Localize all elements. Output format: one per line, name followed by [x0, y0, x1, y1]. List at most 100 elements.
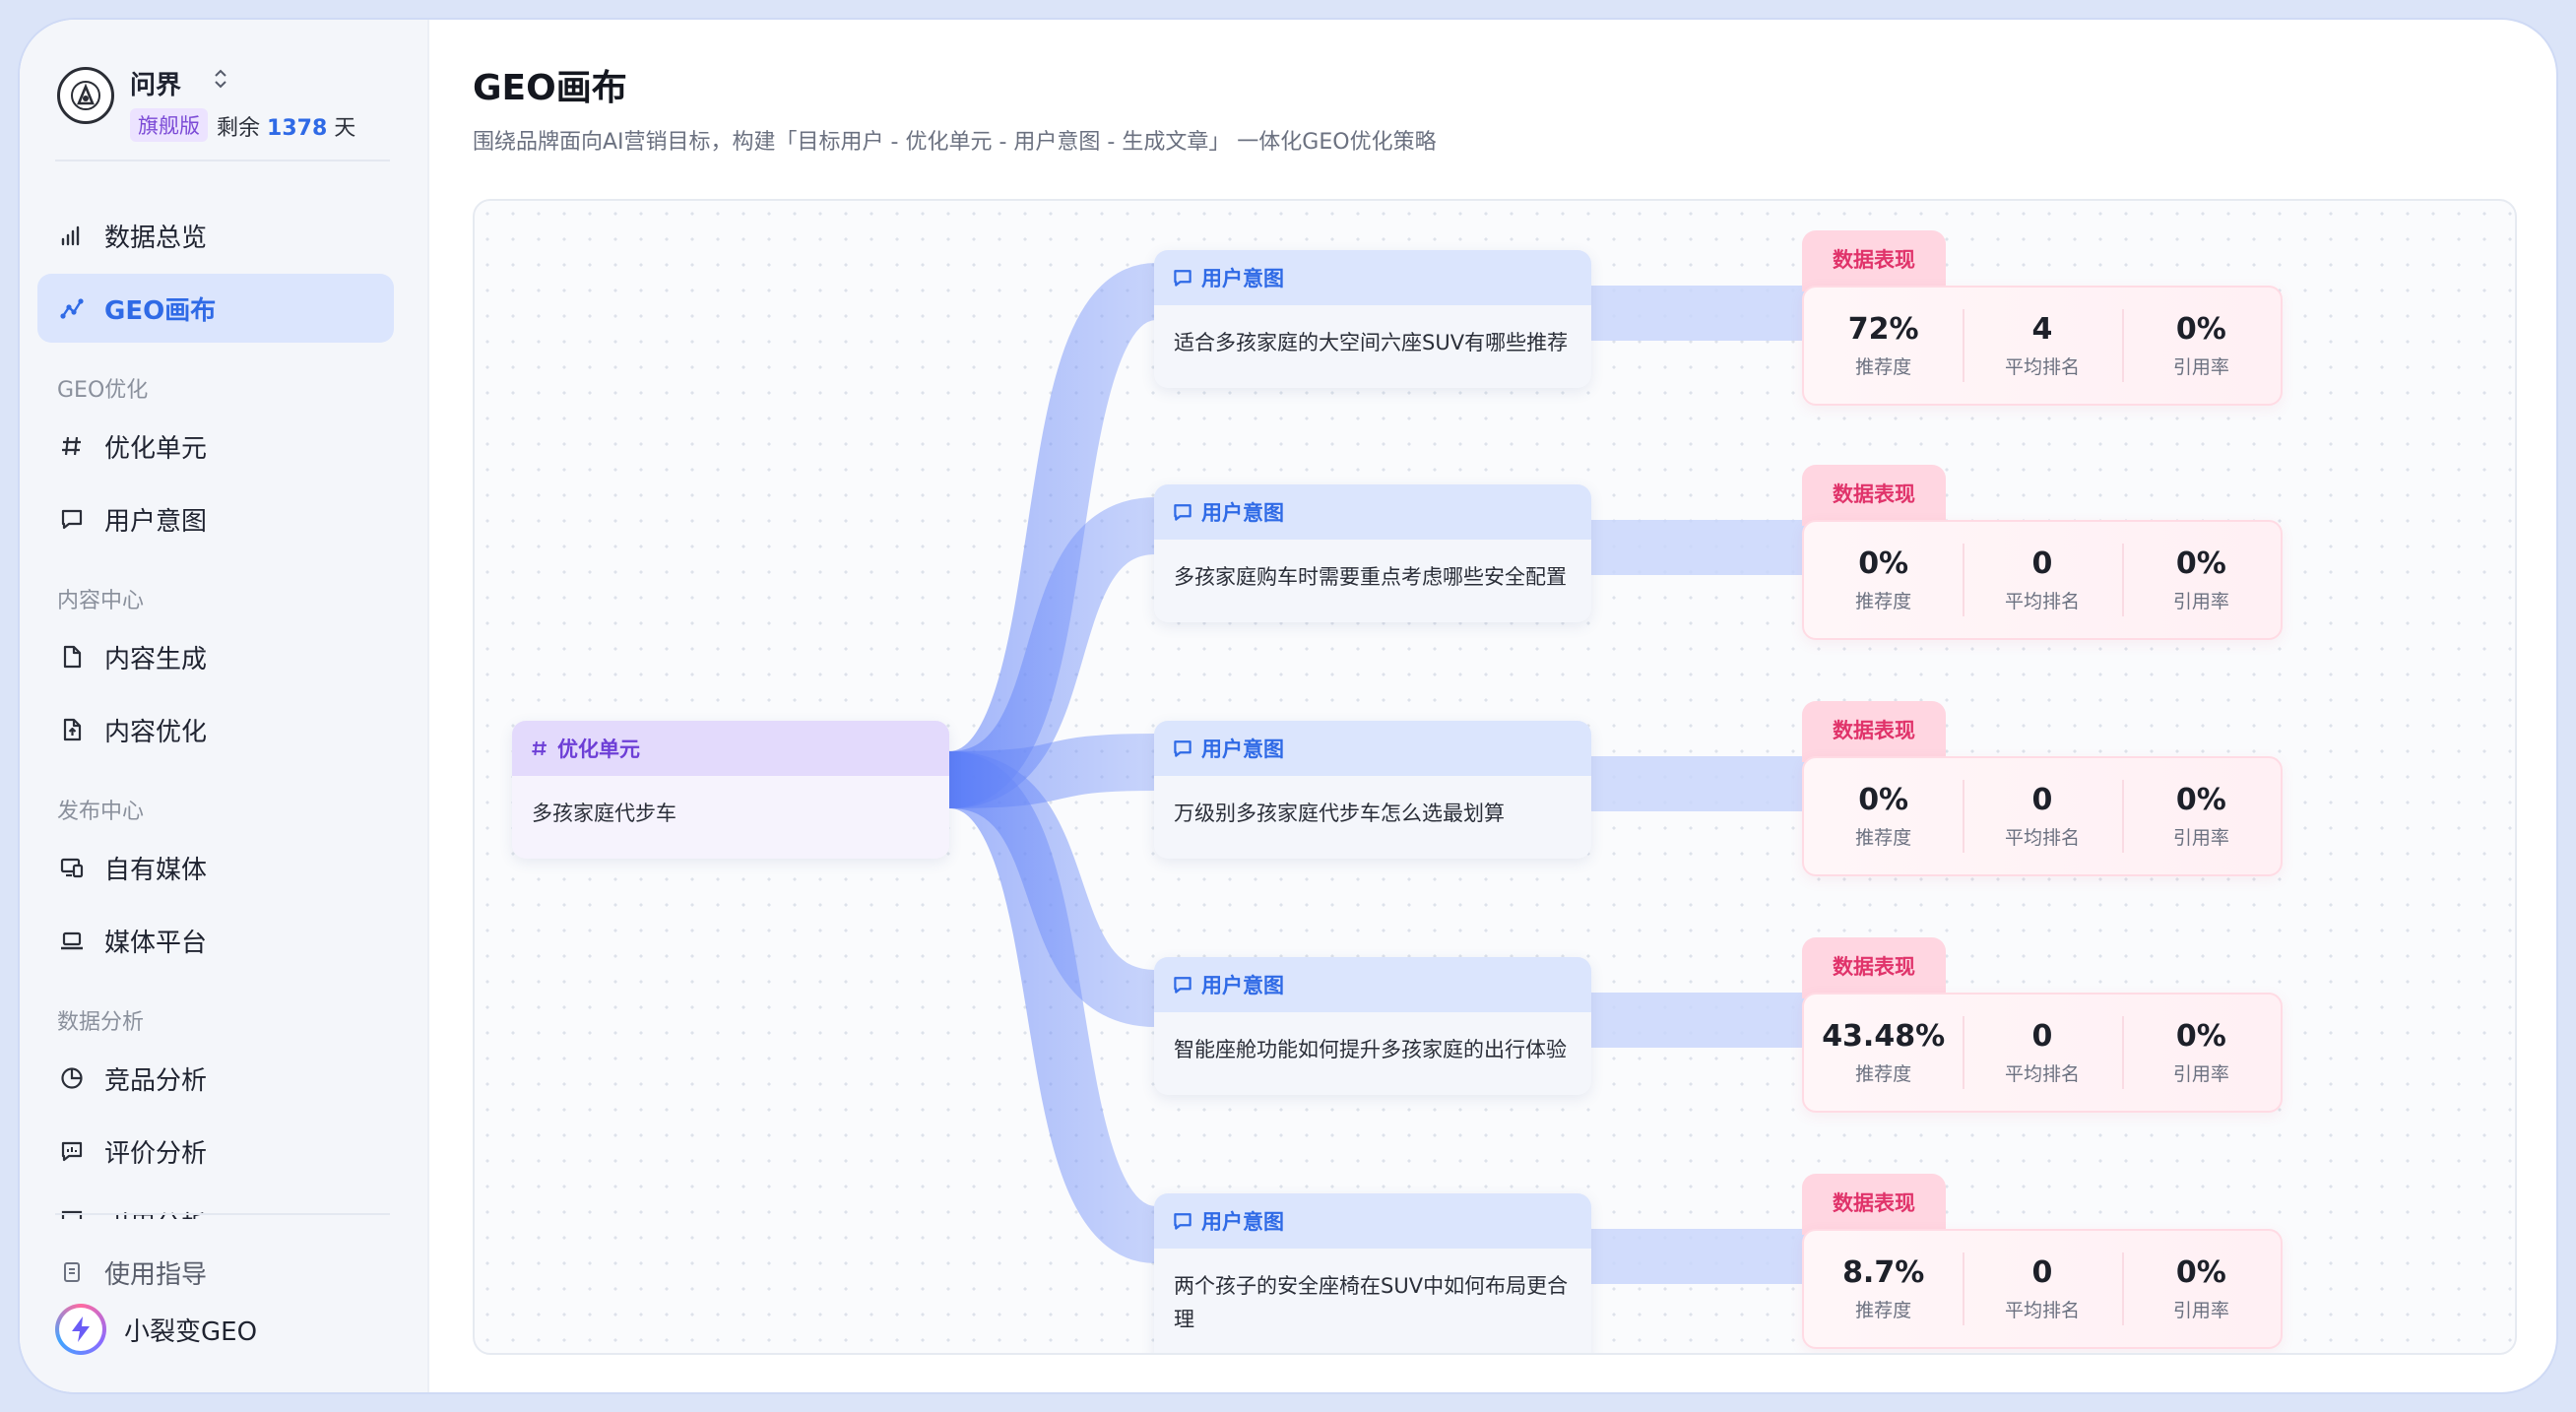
metric-label: 推荐度: [1855, 591, 1912, 612]
user-intent-text: 适合多孩家庭的大空间六座SUV有哪些推荐: [1174, 331, 1569, 354]
workspace-switcher[interactable]: 问界 旗舰版 剩余 1378 天: [57, 49, 392, 158]
user-intent-card[interactable]: 用户意图 万级别多孩家庭代步车怎么选最划算: [1154, 721, 1591, 859]
section-title-publish: 发布中心: [57, 800, 145, 824]
page-subtitle: 围绕品牌面向AI营销目标，构建「目标用户 - 优化单元 - 用户意图 - 生成文…: [473, 130, 1437, 155]
section-title-content: 内容中心: [57, 589, 145, 613]
sidebar-item-label: GEO画布: [104, 295, 217, 326]
metric-value: 0: [2031, 1255, 2053, 1290]
sidebar-item-user-guide[interactable]: 使用指导: [37, 1243, 394, 1302]
user-intent-card[interactable]: 用户意图智能座舱功能如何提升多孩家庭的出行体验: [1154, 957, 1591, 1095]
recommend-metric: 8.7% 推荐度: [1804, 1231, 1963, 1347]
page-title: GEO画布: [473, 68, 627, 108]
metric-value: 0%: [2175, 1019, 2226, 1054]
recommend-metric: 43.48% 推荐度: [1804, 995, 1963, 1111]
user-intent-tag: 用户意图: [1201, 501, 1284, 525]
metrics-panel[interactable]: 8.7% 推荐度 0 平均排名 0% 引用率: [1802, 1229, 2283, 1349]
sidebar-item-content-optimization[interactable]: 内容优化: [37, 695, 394, 764]
sidebar-item-label: 引用分析: [104, 1205, 207, 1219]
optimization-unit-card[interactable]: 优化单元 多孩家庭代步车: [512, 721, 949, 859]
comment-chart-icon: [57, 1136, 87, 1166]
metrics-panel[interactable]: 0% 推荐度 0 平均排名 0% 引用率: [1802, 756, 2283, 876]
intent-metrics-link: [1587, 756, 1806, 811]
user-intent-card[interactable]: 用户意图适合多孩家庭的大空间六座SUV有哪些推荐: [1154, 250, 1591, 388]
message-icon: [1172, 738, 1193, 759]
assistant-launcher[interactable]: 小裂变GEO: [55, 1300, 257, 1359]
sidebar-item-label: 自有媒体: [104, 855, 208, 885]
sidebar-item-media-platform[interactable]: 媒体平台: [37, 906, 394, 975]
sidebar-item-label: 使用指导: [104, 1259, 208, 1290]
metric-value: 0: [2031, 546, 2053, 581]
user-intent-header: 用户意图: [1154, 484, 1591, 540]
metrics-tag: 数据表现: [1802, 937, 1946, 998]
user-intent-header: 用户意图: [1154, 250, 1591, 305]
intent-metrics-link: [1587, 993, 1806, 1048]
intent-metrics-link: [1587, 286, 1806, 341]
geo-canvas[interactable]: 优化单元 多孩家庭代步车 用户意图 适合多孩家庭的大空间六座SUV有哪些推荐 数据表…: [473, 199, 2517, 1355]
sidebar-item-content-generation[interactable]: 内容生成: [37, 622, 394, 691]
recommend-metric: 72% 推荐度: [1804, 288, 1963, 404]
sidebar-item-label: 竞品分析: [104, 1065, 208, 1096]
metric-label: 推荐度: [1855, 1300, 1912, 1321]
metric-value: 72%: [1847, 312, 1919, 347]
remaining-days: 剩余 1378 天: [217, 110, 355, 142]
citation-rate-metric: 0% 引用率: [2121, 758, 2281, 874]
user-intent-text: 两个孩子的安全座椅在SUV中如何布局更合理: [1174, 1274, 1569, 1331]
metrics-panel[interactable]: 43.48% 推荐度 0 平均排名 0% 引用率: [1802, 993, 2283, 1113]
divider: [55, 1213, 390, 1215]
sidebar-item-data-overview[interactable]: 数据总览: [37, 201, 394, 270]
user-intent-header: 用户意图: [1154, 957, 1591, 1012]
metric-value: 0%: [1858, 783, 1909, 817]
intent-metrics-link: [1587, 520, 1806, 575]
brand-logo-icon: [57, 67, 114, 124]
sidebar-item-label: 媒体平台: [104, 928, 208, 958]
metric-label: 平均排名: [2004, 1300, 2080, 1321]
user-intent-tag: 用户意图: [1201, 267, 1284, 290]
avg-rank-metric: 4 平均排名: [1963, 288, 2121, 404]
divider: [55, 160, 390, 161]
metric-value: 4: [2031, 312, 2053, 347]
metric-label: 平均排名: [2004, 1063, 2080, 1085]
user-intent-card[interactable]: 用户意图 多孩家庭购车时需要重点考虑哪些安全配置: [1154, 484, 1591, 622]
sidebar-item-label: 内容优化: [104, 717, 208, 747]
metric-value: 0%: [2175, 546, 2226, 581]
sidebar-item-geo-canvas[interactable]: GEO画布: [37, 274, 394, 343]
citation-rate-metric: 0% 引用率: [2121, 288, 2281, 404]
sidebar-item-review-analysis[interactable]: 评价分析: [37, 1117, 394, 1186]
user-intent-tag: 用户意图: [1201, 1210, 1284, 1234]
sidebar-item-owned-media[interactable]: 自有媒体: [37, 833, 394, 902]
remaining-prefix: 剩余: [217, 116, 261, 141]
metrics-panel[interactable]: 72% 推荐度 4 平均排名 0% 引用率: [1802, 286, 2283, 406]
metric-value: 43.48%: [1822, 1019, 1946, 1054]
section-title-analytics: 数据分析: [57, 1010, 145, 1035]
intent-metrics-link: [1587, 1229, 1806, 1284]
laptop-icon: [57, 926, 87, 955]
metric-value: 0: [2031, 1019, 2053, 1054]
chevron-up-down-icon[interactable]: [213, 67, 228, 96]
metric-value: 0%: [2175, 1255, 2226, 1290]
hash-icon: [57, 431, 87, 461]
citation-rate-metric: 0% 引用率: [2121, 1231, 2281, 1347]
optimization-unit-text: 多孩家庭代步车: [532, 802, 676, 825]
metrics-panel[interactable]: 0% 推荐度 0 平均排名 0% 引用率: [1802, 520, 2283, 640]
sidebar-item-optimization-unit[interactable]: 优化单元: [37, 412, 394, 481]
avg-rank-metric: 0 平均排名: [1963, 522, 2121, 638]
metrics-tag: 数据表现: [1802, 1174, 1946, 1235]
hash-icon: [530, 738, 549, 758]
devices-icon: [57, 853, 87, 882]
metric-label: 平均排名: [2004, 356, 2080, 378]
assistant-avatar: [55, 1304, 106, 1355]
metrics-tag: 数据表现: [1802, 230, 1946, 291]
user-intent-header: 用户意图: [1154, 1193, 1591, 1249]
sidebar-item-competitor-analysis[interactable]: 竞品分析: [37, 1044, 394, 1113]
metric-label: 引用率: [2172, 827, 2229, 849]
metric-label: 引用率: [2172, 1063, 2229, 1085]
user-intent-text: 智能座舱功能如何提升多孩家庭的出行体验: [1174, 1038, 1567, 1061]
sidebar-item-user-intent[interactable]: 用户意图: [37, 484, 394, 553]
avg-rank-metric: 0 平均排名: [1963, 995, 2121, 1111]
user-intent-text: 万级别多孩家庭代步车怎么选最划算: [1174, 802, 1505, 825]
sidebar-item-label: 内容生成: [104, 644, 208, 674]
metric-label: 推荐度: [1855, 1063, 1912, 1085]
bolt-icon: [72, 1316, 90, 1342]
user-intent-card[interactable]: 用户意图两个孩子的安全座椅在SUV中如何布局更合理: [1154, 1193, 1591, 1353]
message-icon: [1172, 267, 1193, 289]
